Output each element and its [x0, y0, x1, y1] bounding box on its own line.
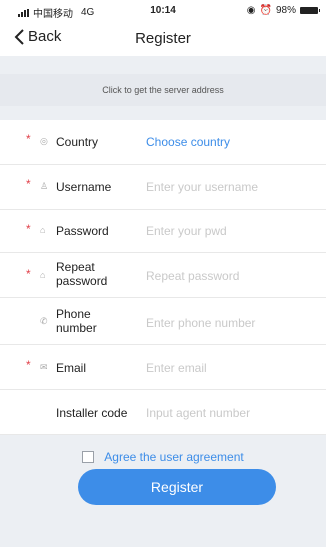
repeat-password-label: Repeat password: [56, 260, 108, 288]
register-form: * ◎ Country Choose country * ♙ Username …: [0, 120, 326, 435]
location-icon: ◉: [246, 5, 256, 16]
status-bar: 中国移动 4G 10:14 ◉ ⏰ 98%: [0, 0, 326, 20]
required-marker: *: [26, 267, 31, 281]
email-label: Email: [56, 361, 87, 375]
agreement-label[interactable]: Agree the user agreement: [104, 450, 243, 464]
mail-icon: ✉: [40, 362, 48, 372]
register-button[interactable]: Register: [78, 469, 276, 505]
lock-icon: ⌂: [40, 225, 46, 235]
password-label: Password: [56, 224, 109, 238]
repeat-password-row: * ⌂ Repeat password Repeat password: [0, 253, 326, 298]
phone-row: ✆ Phone number Enter phone number: [0, 298, 326, 345]
username-row: * ♙ Username Enter your username: [0, 165, 326, 210]
repeat-password-input[interactable]: Repeat password: [146, 269, 239, 283]
phone-label: Phone number: [56, 307, 97, 335]
password-row: * ⌂ Password Enter your pwd: [0, 210, 326, 253]
globe-icon: ◎: [40, 136, 48, 146]
email-row: * ✉ Email Enter email: [0, 345, 326, 390]
password-input[interactable]: Enter your pwd: [146, 224, 227, 238]
username-label: Username: [56, 180, 112, 194]
nav-bar: Back Register: [0, 20, 326, 56]
required-marker: *: [26, 177, 31, 191]
user-icon: ♙: [40, 181, 49, 191]
lock-icon: ⌂: [40, 270, 46, 280]
required-marker: *: [26, 358, 31, 372]
required-marker: *: [26, 132, 31, 146]
server-address-link[interactable]: Click to get the server address: [0, 74, 326, 106]
page-title: Register: [135, 30, 191, 47]
username-input[interactable]: Enter your username: [146, 180, 258, 194]
installer-row: Installer code Input agent number: [0, 390, 326, 435]
country-select[interactable]: Choose country: [146, 135, 230, 149]
phone-icon: ✆: [40, 316, 48, 326]
country-label: Country: [56, 135, 99, 149]
phone-input[interactable]: Enter phone number: [146, 316, 255, 330]
status-right: ◉ ⏰ 98%: [246, 5, 320, 16]
required-marker: *: [26, 222, 31, 236]
battery-icon: [300, 7, 320, 14]
country-row[interactable]: * ◎ Country Choose country: [0, 120, 326, 165]
battery-percent: 98%: [275, 5, 296, 16]
agreement-row: Agree the user agreement: [0, 447, 326, 467]
email-input[interactable]: Enter email: [146, 361, 207, 375]
installer-input[interactable]: Input agent number: [146, 406, 250, 420]
alarm-icon: ⏰: [259, 5, 272, 16]
agreement-checkbox[interactable]: [82, 451, 95, 463]
installer-label: Installer code: [56, 406, 128, 420]
